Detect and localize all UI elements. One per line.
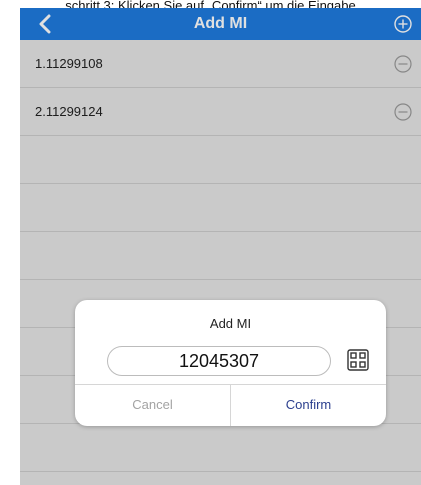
qr-scan-icon[interactable] bbox=[347, 349, 369, 371]
confirm-button[interactable]: Confirm bbox=[231, 384, 386, 426]
mi-number-input[interactable] bbox=[107, 346, 331, 376]
phone-screen: Add MI 1.11299108 2.11299124 Add MI 1204… bbox=[20, 8, 421, 485]
cancel-button[interactable]: Cancel bbox=[75, 384, 230, 426]
dialog-title: Add MI bbox=[209, 316, 252, 331]
add-mi-dialog: Add MI Cancel Confirm bbox=[75, 300, 386, 426]
